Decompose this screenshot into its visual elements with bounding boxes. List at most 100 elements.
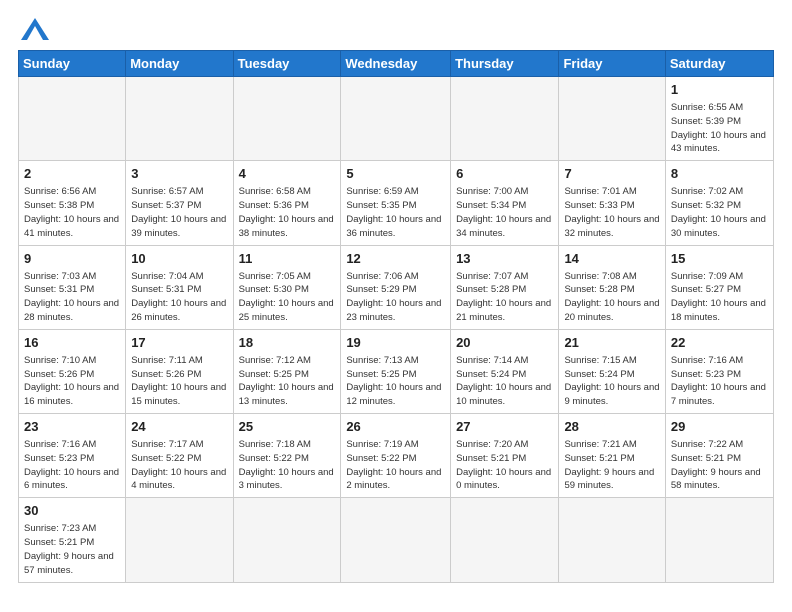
day-info: Sunrise: 7:09 AM Sunset: 5:27 PM Dayligh…: [671, 270, 768, 325]
calendar-cell: 21 Sunrise: 7:15 AM Sunset: 5:24 PM Dayli…: [559, 329, 665, 413]
calendar-cell: 19Sunrise: 7:13 AM Sunset: 5:25 PM Dayli…: [341, 329, 451, 413]
day-info: Sunrise: 7:12 AM Sunset: 5:25 PM Dayligh…: [239, 354, 336, 409]
day-number: 21: [564, 334, 659, 352]
day-number: 15: [671, 250, 768, 268]
calendar-cell: [451, 77, 559, 161]
day-header-friday: Friday: [559, 51, 665, 77]
day-info: Sunrise: 7:02 AM Sunset: 5:32 PM Dayligh…: [671, 185, 768, 240]
calendar-cell: 16Sunrise: 7:10 AM Sunset: 5:26 PM Dayli…: [19, 329, 126, 413]
day-header-thursday: Thursday: [451, 51, 559, 77]
calendar-week-5: 30 Sunrise: 7:23 AM Sunset: 5:21 PM Dayli…: [19, 498, 774, 582]
day-info: Sunrise: 7:04 AM Sunset: 5:31 PM Dayligh…: [131, 270, 227, 325]
day-info: Sunrise: 6:59 AM Sunset: 5:35 PM Dayligh…: [346, 185, 445, 240]
calendar-cell: 4Sunrise: 6:58 AM Sunset: 5:36 PM Daylig…: [233, 161, 341, 245]
calendar-cell: 23 Sunrise: 7:16 AM Sunset: 5:23 PM Dayli…: [19, 414, 126, 498]
calendar-week-2: 9Sunrise: 7:03 AM Sunset: 5:31 PM Daylig…: [19, 245, 774, 329]
day-header-tuesday: Tuesday: [233, 51, 341, 77]
day-info: Sunrise: 7:05 AM Sunset: 5:30 PM Dayligh…: [239, 270, 336, 325]
day-number: 23: [24, 418, 120, 436]
day-number: 11: [239, 250, 336, 268]
day-info: Sunrise: 7:11 AM Sunset: 5:26 PM Dayligh…: [131, 354, 227, 409]
calendar-cell: 13Sunrise: 7:07 AM Sunset: 5:28 PM Dayli…: [451, 245, 559, 329]
calendar-cell: 7Sunrise: 7:01 AM Sunset: 5:33 PM Daylig…: [559, 161, 665, 245]
day-number: 3: [131, 165, 227, 183]
day-info: Sunrise: 7:15 AM Sunset: 5:24 PM Dayligh…: [564, 354, 659, 409]
calendar-cell: 18 Sunrise: 7:12 AM Sunset: 5:25 PM Dayli…: [233, 329, 341, 413]
day-info: Sunrise: 7:13 AM Sunset: 5:25 PM Dayligh…: [346, 354, 445, 409]
calendar-cell: 5 Sunrise: 6:59 AM Sunset: 5:35 PM Daylig…: [341, 161, 451, 245]
calendar-cell: 28Sunrise: 7:21 AM Sunset: 5:21 PM Dayli…: [559, 414, 665, 498]
day-number: 1: [671, 81, 768, 99]
calendar-cell: [19, 77, 126, 161]
day-info: Sunrise: 7:21 AM Sunset: 5:21 PM Dayligh…: [564, 438, 659, 493]
calendar-cell: 14 Sunrise: 7:08 AM Sunset: 5:28 PM Dayli…: [559, 245, 665, 329]
calendar-cell: 27 Sunrise: 7:20 AM Sunset: 5:21 PM Dayli…: [451, 414, 559, 498]
calendar-cell: [233, 77, 341, 161]
day-number: 6: [456, 165, 553, 183]
day-info: Sunrise: 7:08 AM Sunset: 5:28 PM Dayligh…: [564, 270, 659, 325]
day-info: Sunrise: 6:57 AM Sunset: 5:37 PM Dayligh…: [131, 185, 227, 240]
calendar: SundayMondayTuesdayWednesdayThursdayFrid…: [18, 50, 774, 583]
calendar-cell: 29 Sunrise: 7:22 AM Sunset: 5:21 PM Dayli…: [665, 414, 773, 498]
calendar-cell: 17 Sunrise: 7:11 AM Sunset: 5:26 PM Dayli…: [126, 329, 233, 413]
day-header-wednesday: Wednesday: [341, 51, 451, 77]
day-number: 17: [131, 334, 227, 352]
calendar-cell: [665, 498, 773, 582]
day-number: 4: [239, 165, 336, 183]
calendar-cell: 11 Sunrise: 7:05 AM Sunset: 5:30 PM Dayli…: [233, 245, 341, 329]
calendar-week-0: 1 Sunrise: 6:55 AM Sunset: 5:39 PM Daylig…: [19, 77, 774, 161]
calendar-cell: [233, 498, 341, 582]
calendar-cell: 9Sunrise: 7:03 AM Sunset: 5:31 PM Daylig…: [19, 245, 126, 329]
day-number: 29: [671, 418, 768, 436]
calendar-cell: [126, 498, 233, 582]
calendar-cell: 20 Sunrise: 7:14 AM Sunset: 5:24 PM Dayli…: [451, 329, 559, 413]
day-info: Sunrise: 7:22 AM Sunset: 5:21 PM Dayligh…: [671, 438, 768, 493]
day-number: 16: [24, 334, 120, 352]
calendar-cell: 1 Sunrise: 6:55 AM Sunset: 5:39 PM Daylig…: [665, 77, 773, 161]
day-info: Sunrise: 6:55 AM Sunset: 5:39 PM Dayligh…: [671, 101, 768, 156]
day-info: Sunrise: 7:06 AM Sunset: 5:29 PM Dayligh…: [346, 270, 445, 325]
calendar-cell: 22 Sunrise: 7:16 AM Sunset: 5:23 PM Dayli…: [665, 329, 773, 413]
day-info: Sunrise: 7:16 AM Sunset: 5:23 PM Dayligh…: [24, 438, 120, 493]
day-number: 2: [24, 165, 120, 183]
page: SundayMondayTuesdayWednesdayThursdayFrid…: [0, 0, 792, 593]
day-number: 12: [346, 250, 445, 268]
day-number: 5: [346, 165, 445, 183]
day-header-saturday: Saturday: [665, 51, 773, 77]
day-number: 8: [671, 165, 768, 183]
day-header-sunday: Sunday: [19, 51, 126, 77]
calendar-cell: 25Sunrise: 7:18 AM Sunset: 5:22 PM Dayli…: [233, 414, 341, 498]
calendar-week-1: 2Sunrise: 6:56 AM Sunset: 5:38 PM Daylig…: [19, 161, 774, 245]
day-number: 18: [239, 334, 336, 352]
day-number: 30: [24, 502, 120, 520]
day-number: 14: [564, 250, 659, 268]
day-number: 27: [456, 418, 553, 436]
day-number: 25: [239, 418, 336, 436]
day-number: 22: [671, 334, 768, 352]
day-number: 9: [24, 250, 120, 268]
calendar-cell: 26Sunrise: 7:19 AM Sunset: 5:22 PM Dayli…: [341, 414, 451, 498]
day-info: Sunrise: 7:00 AM Sunset: 5:34 PM Dayligh…: [456, 185, 553, 240]
calendar-cell: 10Sunrise: 7:04 AM Sunset: 5:31 PM Dayli…: [126, 245, 233, 329]
day-info: Sunrise: 7:20 AM Sunset: 5:21 PM Dayligh…: [456, 438, 553, 493]
calendar-cell: 30 Sunrise: 7:23 AM Sunset: 5:21 PM Dayli…: [19, 498, 126, 582]
day-info: Sunrise: 7:23 AM Sunset: 5:21 PM Dayligh…: [24, 522, 120, 577]
day-info: Sunrise: 7:07 AM Sunset: 5:28 PM Dayligh…: [456, 270, 553, 325]
calendar-cell: 8 Sunrise: 7:02 AM Sunset: 5:32 PM Daylig…: [665, 161, 773, 245]
calendar-week-3: 16Sunrise: 7:10 AM Sunset: 5:26 PM Dayli…: [19, 329, 774, 413]
calendar-cell: [559, 498, 665, 582]
day-number: 26: [346, 418, 445, 436]
day-number: 20: [456, 334, 553, 352]
calendar-cell: [559, 77, 665, 161]
calendar-cell: 15 Sunrise: 7:09 AM Sunset: 5:27 PM Dayli…: [665, 245, 773, 329]
day-info: Sunrise: 7:16 AM Sunset: 5:23 PM Dayligh…: [671, 354, 768, 409]
logo: [18, 18, 49, 40]
calendar-cell: [451, 498, 559, 582]
header: [18, 18, 774, 40]
calendar-cell: 24Sunrise: 7:17 AM Sunset: 5:22 PM Dayli…: [126, 414, 233, 498]
day-info: Sunrise: 7:14 AM Sunset: 5:24 PM Dayligh…: [456, 354, 553, 409]
calendar-cell: 12 Sunrise: 7:06 AM Sunset: 5:29 PM Dayli…: [341, 245, 451, 329]
day-number: 7: [564, 165, 659, 183]
calendar-cell: [341, 77, 451, 161]
calendar-header-row: SundayMondayTuesdayWednesdayThursdayFrid…: [19, 51, 774, 77]
